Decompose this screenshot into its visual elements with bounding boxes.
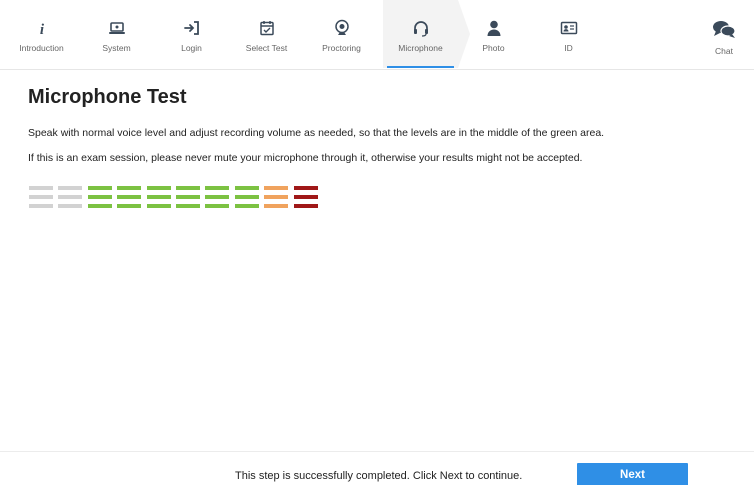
sign-in-icon <box>180 17 204 39</box>
meter-bar <box>117 195 141 199</box>
meter-bar <box>235 195 259 199</box>
step-label: Photo <box>482 43 505 53</box>
meter-bar <box>176 186 200 190</box>
meter-bar <box>176 195 200 199</box>
step-select-test[interactable]: Select Test <box>229 0 304 68</box>
meter-bar <box>264 186 288 190</box>
meter-bar <box>147 195 171 199</box>
chat-bubbles-icon <box>712 19 736 44</box>
id-card-icon <box>557 17 581 39</box>
laptop-icon <box>105 17 129 39</box>
meter-segment <box>58 186 82 210</box>
meter-bar <box>205 195 229 199</box>
meter-segment <box>29 186 53 210</box>
meter-bar <box>264 204 288 208</box>
step-id[interactable]: ID <box>531 0 606 68</box>
meter-bar <box>147 186 171 190</box>
step-label: System <box>102 43 131 53</box>
meter-bar <box>294 186 318 190</box>
meter-bar <box>294 195 318 199</box>
meter-bar <box>58 204 82 208</box>
webcam-icon <box>330 17 354 39</box>
calendar-check-icon <box>255 17 279 39</box>
meter-segment <box>294 186 318 210</box>
step-proctoring[interactable]: Proctoring <box>304 0 379 68</box>
step-photo[interactable]: Photo <box>456 0 531 68</box>
meter-bar <box>88 204 112 208</box>
meter-bar <box>88 186 112 190</box>
page-title: Microphone Test <box>28 86 187 108</box>
meter-bar <box>235 186 259 190</box>
meter-bar <box>147 204 171 208</box>
meter-bar <box>205 186 229 190</box>
meter-bar <box>29 204 53 208</box>
meter-bar <box>176 204 200 208</box>
step-label: Microphone <box>398 43 443 53</box>
step-label: ID <box>564 43 573 53</box>
chat-button[interactable]: Chat <box>704 0 744 68</box>
meter-bar <box>294 204 318 208</box>
meter-bar <box>117 204 141 208</box>
meter-bar <box>117 186 141 190</box>
svg-text:i: i <box>39 22 44 37</box>
step-label: Introduction <box>19 43 64 53</box>
step-navigation-bar: i Introduction System Login Select Test … <box>0 0 754 70</box>
meter-segment <box>147 186 171 210</box>
step-login[interactable]: Login <box>154 0 229 68</box>
meter-bar <box>58 186 82 190</box>
step-label: Login <box>181 43 202 53</box>
meter-bar <box>88 195 112 199</box>
meter-bar <box>205 204 229 208</box>
meter-bar <box>264 195 288 199</box>
step-microphone[interactable]: Microphone <box>383 0 470 68</box>
meter-segment <box>264 186 288 210</box>
chat-label: Chat <box>715 46 733 56</box>
meter-segment <box>176 186 200 210</box>
instruction-text: Speak with normal voice level and adjust… <box>28 127 605 139</box>
step-label: Select Test <box>245 43 288 53</box>
step-label: Proctoring <box>322 43 361 53</box>
meter-segment <box>88 186 112 210</box>
completion-status-message: This step is successfully completed. Cli… <box>235 470 523 482</box>
meter-segment <box>235 186 259 210</box>
step-system[interactable]: System <box>79 0 154 68</box>
meter-bar <box>58 195 82 199</box>
active-step-indicator <box>387 66 454 68</box>
warning-text: If this is an exam session, please never… <box>28 152 583 164</box>
step-introduction[interactable]: i Introduction <box>4 0 79 68</box>
user-icon <box>482 17 506 39</box>
headset-icon <box>409 17 433 39</box>
info-icon: i <box>30 17 54 39</box>
meter-bar <box>235 204 259 208</box>
meter-segment <box>117 186 141 210</box>
meter-bar <box>29 195 53 199</box>
next-button[interactable]: Next <box>577 463 688 485</box>
meter-segment <box>205 186 229 210</box>
meter-bar <box>29 186 53 190</box>
